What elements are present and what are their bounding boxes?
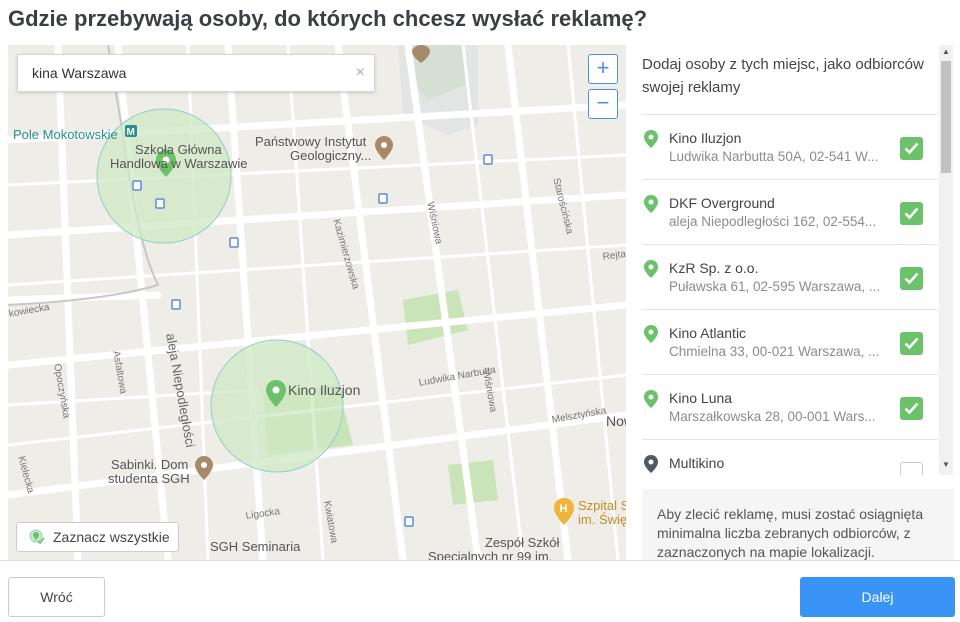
- map-label-sabinki-line1: Sabinki. Dom: [111, 457, 189, 472]
- location-pin-icon: [644, 455, 658, 473]
- map-label-pole-mokotowskie: Pole Mokotowskie: [13, 127, 118, 142]
- next-button[interactable]: Dalej: [800, 577, 955, 617]
- svg-text:M: M: [127, 127, 135, 138]
- scroll-up-icon[interactable]: ▲: [939, 45, 953, 59]
- page-title: Gdzie przebywają osoby, do których chces…: [8, 6, 648, 31]
- back-button[interactable]: Wróć: [8, 577, 105, 617]
- location-pin-icon: [644, 325, 658, 343]
- location-search-box: ×: [17, 54, 375, 92]
- location-address: Chmielna 33, 00-021 Warszawa, ...: [669, 344, 880, 359]
- map-label-sabinki-line2: studenta SGH: [108, 471, 190, 486]
- location-item[interactable]: Kino Atlantic Chmielna 33, 00-021 Warsza…: [642, 310, 938, 375]
- checkmark-icon: [904, 402, 919, 415]
- location-item[interactable]: DKF Overground aleja Niepodległości 162,…: [642, 180, 938, 245]
- location-address: Puławska 61, 02-595 Warszawa, ...: [669, 279, 881, 294]
- zoom-in-button[interactable]: +: [588, 54, 618, 84]
- location-address: Marszałkowska 28, 00-001 Wars...: [669, 409, 876, 424]
- location-item[interactable]: KzR Sp. z o.o. Puławska 61, 02-595 Warsz…: [642, 245, 938, 310]
- scroll-down-icon[interactable]: ▼: [939, 458, 953, 472]
- select-all-button[interactable]: Zaznacz wszystkie: [16, 522, 179, 552]
- location-checkbox[interactable]: [900, 202, 923, 225]
- checkmark-icon: [904, 272, 919, 285]
- svg-text:H: H: [560, 503, 568, 515]
- location-pin-icon: [644, 260, 658, 278]
- clear-search-icon[interactable]: ×: [356, 64, 365, 82]
- zoom-out-button[interactable]: −: [588, 89, 618, 119]
- location-pin-icon: [644, 390, 658, 408]
- map-label-instytut-line2: Geologiczny...: [290, 148, 372, 163]
- location-address: aleja Niepodległości 162, 02-554...: [669, 214, 877, 229]
- location-item[interactable]: Multikino: [642, 440, 938, 475]
- checkmark-icon: [904, 207, 919, 220]
- location-name: Kino Luna: [669, 390, 733, 406]
- map-label-szkola-line2: Handlowa w Warszawie: [110, 156, 248, 171]
- location-search-input[interactable]: [18, 65, 338, 81]
- map-label-szpital-line1: Szpital S: [578, 498, 626, 513]
- map-label-kino-iluzjon: Kino Iluzjon: [288, 382, 361, 398]
- map-label-instytut-line1: Państwowy Instytut: [255, 134, 367, 149]
- panel-scrollbar[interactable]: ▲ ▼: [939, 45, 953, 475]
- location-pin-icon: [644, 130, 658, 148]
- map-label-zespol-line2: Specjalnych nr 99 im.: [428, 549, 553, 560]
- location-item[interactable]: Kino Iluzjon Ludwika Narbutta 50A, 02-54…: [642, 115, 938, 180]
- select-all-label: Zaznacz wszystkie: [53, 529, 170, 545]
- location-name: Kino Iluzjon: [669, 130, 742, 146]
- map-label-sgh-seminaria: SGH Seminaria: [210, 539, 301, 554]
- map[interactable]: H M Pole Mokotowskie Szkoła Główna Handl…: [8, 45, 626, 560]
- map-canvas[interactable]: H M: [8, 45, 626, 560]
- min-recipients-notice: Aby zlecić reklamę, musi zostać osiągnię…: [642, 489, 954, 560]
- location-checkbox[interactable]: [900, 462, 923, 475]
- panel-header: Dodaj osoby z tych miejsc, jako odbiorcó…: [642, 45, 938, 115]
- footer-divider: [0, 560, 960, 561]
- location-name: KzR Sp. z o.o.: [669, 260, 759, 276]
- map-label-szkola-line1: Szkoła Główna: [135, 142, 222, 157]
- checkmark-icon: [904, 142, 919, 155]
- location-list: Kino Iluzjon Ludwika Narbutta 50A, 02-54…: [642, 115, 938, 475]
- scroll-thumb[interactable]: [941, 61, 951, 173]
- location-checkbox[interactable]: [900, 397, 923, 420]
- location-name: Multikino: [669, 455, 725, 471]
- checkmark-icon: [904, 337, 919, 350]
- location-pin-icon: [644, 195, 658, 213]
- location-checkbox[interactable]: [900, 332, 923, 355]
- location-name: DKF Overground: [669, 195, 775, 211]
- location-item[interactable]: Kino Luna Marszałkowska 28, 00-001 Wars.…: [642, 375, 938, 440]
- location-name: Kino Atlantic: [669, 325, 747, 341]
- map-label-szpital-line2: im. Świę: [578, 512, 626, 527]
- map-label-now: Now: [606, 413, 626, 429]
- location-checkbox[interactable]: [900, 267, 923, 290]
- location-address: Ludwika Narbutta 50A, 02-541 W...: [669, 149, 879, 164]
- select-all-icon: [29, 529, 45, 545]
- location-checkbox[interactable]: [900, 137, 923, 160]
- location-panel: Dodaj osoby z tych miejsc, jako odbiorcó…: [642, 45, 938, 475]
- map-label-zespol-line1: Zespół Szkół: [485, 535, 560, 550]
